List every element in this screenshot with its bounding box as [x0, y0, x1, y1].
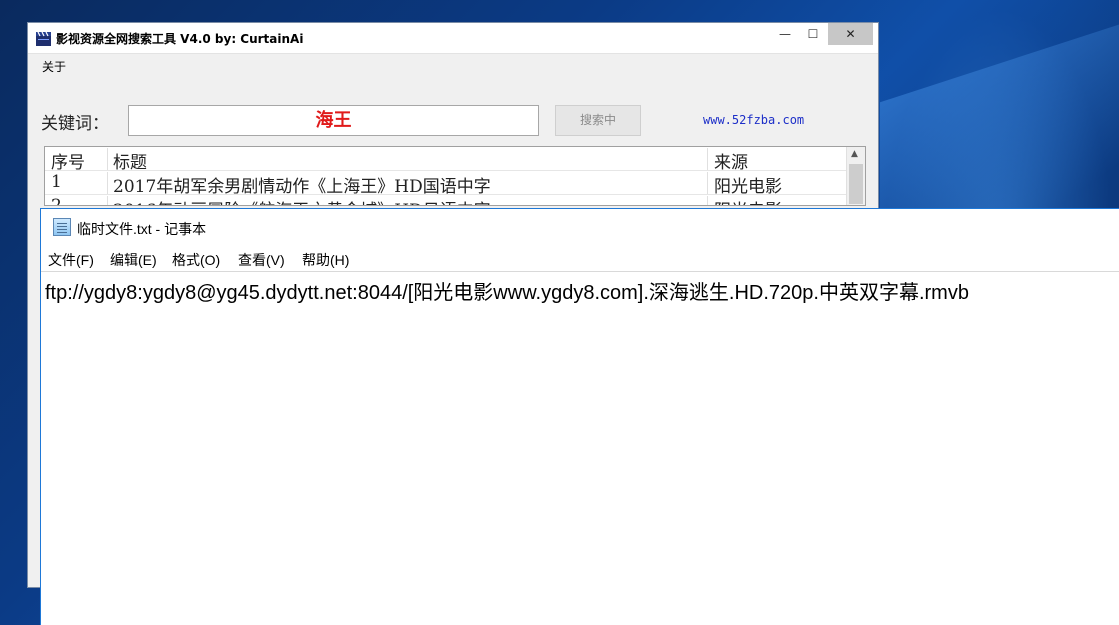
menu-edit[interactable]: 编辑(E): [110, 250, 157, 270]
row-source: 阳光电影: [707, 196, 782, 205]
notepad-titlebar[interactable]: 临时文件.txt - 记事本: [41, 209, 1119, 245]
keyword-label: 关键词：: [41, 114, 109, 134]
maximize-button[interactable]: ☐: [798, 23, 828, 45]
search-tool-title: 影视资源全网搜索工具 V4.0 by: CurtainAi: [56, 32, 304, 46]
notepad-window[interactable]: 临时文件.txt - 记事本 文件(F) 编辑(E) 格式(O) 查看(V) 帮…: [40, 208, 1119, 625]
table-row[interactable]: 1 2017年胡军余男剧情动作《上海王》HD国语中字 阳光电影: [45, 171, 847, 197]
notepad-text-area[interactable]: ftp://ygdy8:ygdy8@yg45.dydytt.net:8044/[…: [41, 271, 1119, 625]
menu-view[interactable]: 查看(V): [238, 250, 285, 270]
header-index[interactable]: 序号: [51, 148, 85, 173]
menu-format[interactable]: 格式(O): [172, 250, 220, 270]
header-source[interactable]: 来源: [707, 148, 748, 173]
notepad-icon: [53, 218, 71, 236]
notepad-content[interactable]: ftp://ygdy8:ygdy8@yg45.dydytt.net:8044/[…: [45, 276, 969, 305]
table-header-row: 序号 标题 来源: [45, 147, 847, 173]
row-index: 2: [51, 196, 62, 206]
search-button[interactable]: 搜索中: [555, 105, 641, 136]
minimize-button[interactable]: —: [770, 23, 800, 45]
search-tool-menubar: 关于: [28, 53, 878, 95]
search-tool-titlebar[interactable]: 影视资源全网搜索工具 V4.0 by: CurtainAi — ☐ ✕: [28, 23, 878, 53]
site-link[interactable]: www.52fzba.com: [703, 113, 804, 127]
table-row[interactable]: 2 2016年动画冒险《航海王之黄金城》HD日语中字 阳光电影: [45, 195, 847, 206]
row-source: 阳光电影: [707, 172, 782, 197]
header-title[interactable]: 标题: [107, 148, 147, 173]
menu-about[interactable]: 关于: [42, 58, 66, 75]
close-button[interactable]: ✕: [828, 23, 873, 45]
clapperboard-icon: [36, 31, 51, 46]
menu-help[interactable]: 帮助(H): [302, 250, 349, 270]
keyword-input[interactable]: 海王: [128, 105, 539, 136]
results-table[interactable]: 序号 标题 来源 1 2017年胡军余男剧情动作《上海王》HD国语中字 阳光电影…: [44, 146, 866, 206]
menu-file[interactable]: 文件(F): [48, 250, 94, 270]
notepad-menubar: 文件(F) 编辑(E) 格式(O) 查看(V) 帮助(H): [41, 245, 1119, 271]
row-title: 2017年胡军余男剧情动作《上海王》HD国语中字: [107, 172, 491, 197]
row-title: 2016年动画冒险《航海王之黄金城》HD日语中字: [107, 196, 491, 205]
row-index: 1: [51, 172, 62, 192]
scroll-up-arrow-icon[interactable]: ▲: [851, 149, 858, 159]
notepad-title: 临时文件.txt - 记事本: [77, 221, 207, 237]
scrollbar-thumb[interactable]: [849, 164, 863, 204]
table-scrollbar[interactable]: ▲: [846, 147, 865, 205]
